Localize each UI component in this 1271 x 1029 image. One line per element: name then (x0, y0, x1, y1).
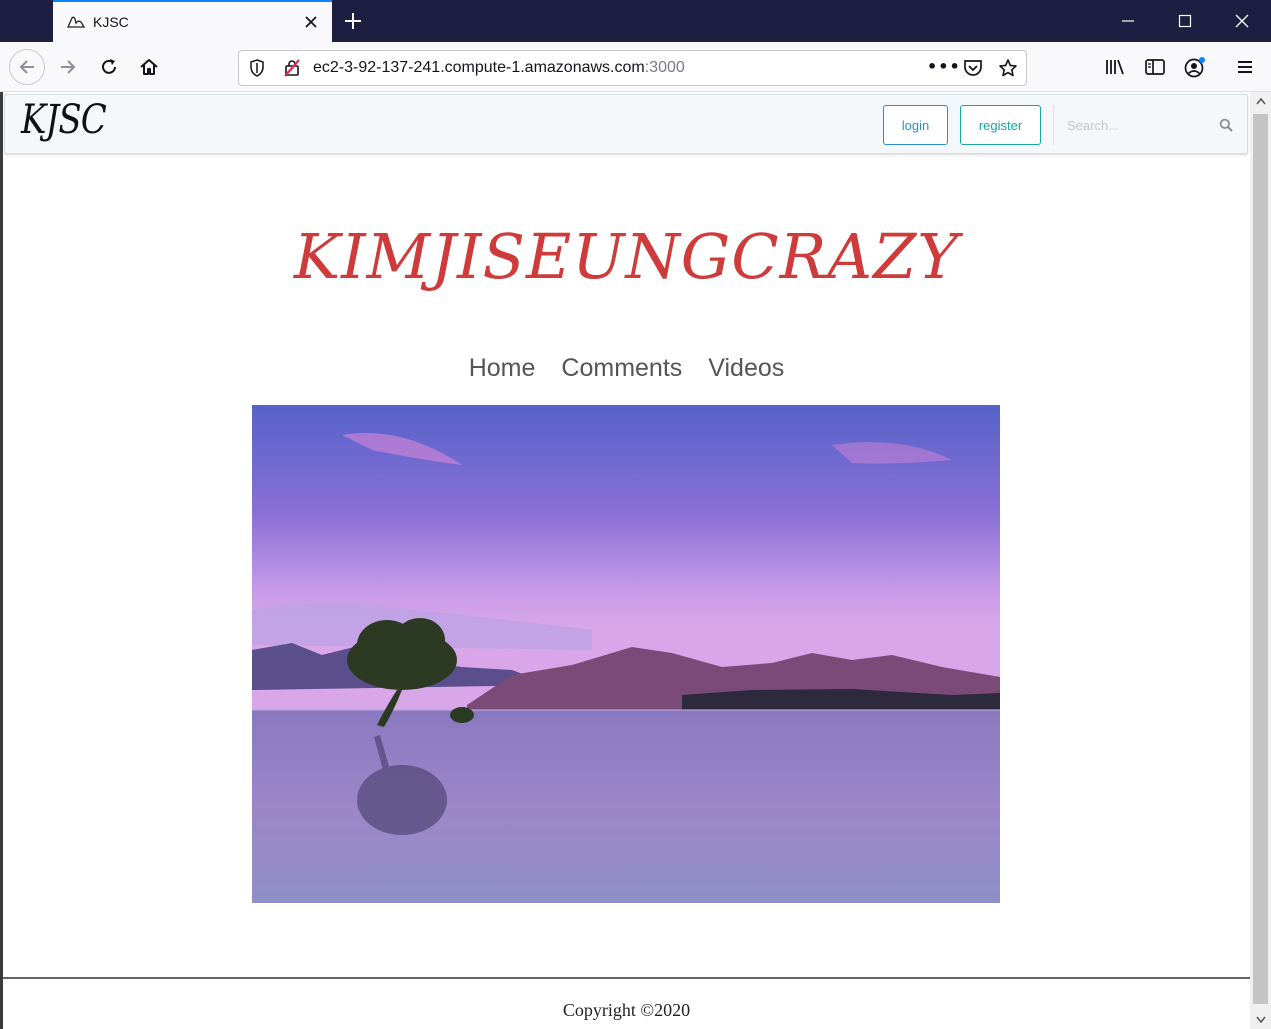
library-button[interactable] (1097, 49, 1133, 85)
sidebar-icon (1145, 59, 1165, 75)
reload-icon (102, 59, 116, 74)
login-button[interactable]: login (883, 105, 948, 145)
site-nav: Home Comments Videos (3, 354, 1250, 383)
pocket-icon[interactable] (963, 59, 983, 81)
forward-button[interactable] (50, 49, 86, 85)
browser-toolbar: ec2-3-92-137-241.compute-1.amazonaws.com… (0, 42, 1271, 92)
maximize-icon[interactable] (1156, 0, 1214, 42)
sidebar-button[interactable] (1137, 49, 1173, 85)
close-tab-icon[interactable] (296, 7, 326, 37)
account-button[interactable] (1177, 49, 1213, 85)
browser-tab[interactable]: KJSC (53, 0, 332, 42)
new-tab-icon[interactable] (338, 6, 368, 36)
copyright-text: Copyright ©2020 (562, 1000, 691, 1020)
scroll-down-icon[interactable] (1250, 1011, 1271, 1029)
register-button[interactable]: register (960, 105, 1041, 145)
site-brand-logo[interactable]: KJSC (21, 97, 107, 143)
browser-titlebar: KJSC (0, 0, 1271, 42)
url-host: ec2-3-92-137-241.compute-1.amazonaws.com (313, 59, 645, 76)
shield-icon[interactable] (249, 59, 265, 81)
bookmark-star-icon[interactable] (998, 58, 1018, 82)
library-icon (1106, 59, 1124, 75)
page-actions-icon[interactable]: ••• (927, 57, 961, 76)
hero-title: KIMJISEUNGCRAZY (293, 220, 960, 293)
web-content: KJSC login register KIMJISEUNGCRAZY Home… (3, 92, 1250, 1029)
scroll-up-icon[interactable] (1250, 92, 1271, 110)
url-port: :3000 (644, 59, 685, 76)
nav-videos-link[interactable]: Videos (708, 354, 784, 383)
search-icon[interactable] (1219, 117, 1235, 133)
site-favicon-icon (65, 13, 87, 31)
scrollbar-thumb[interactable] (1253, 114, 1268, 1004)
url-text: ec2-3-92-137-241.compute-1.amazonaws.com… (313, 59, 685, 77)
close-window-icon[interactable] (1213, 0, 1271, 42)
menu-button[interactable] (1227, 49, 1263, 85)
back-button[interactable] (9, 49, 45, 85)
nav-comments-link[interactable]: Comments (561, 354, 682, 383)
arrow-right-icon (61, 60, 76, 74)
hamburger-icon (1238, 61, 1252, 73)
search-input[interactable] (1057, 105, 1217, 145)
site-header: KJSC login register (4, 94, 1248, 154)
page-scrollbar[interactable] (1250, 92, 1271, 1029)
footer-divider (3, 977, 1250, 979)
minimize-icon[interactable] (1099, 0, 1157, 42)
account-icon (1184, 57, 1205, 78)
home-icon (140, 59, 158, 75)
home-button[interactable] (131, 49, 167, 85)
address-bar[interactable]: ec2-3-92-137-241.compute-1.amazonaws.com… (238, 50, 1027, 86)
reload-button[interactable] (91, 49, 127, 85)
arrow-left-icon (19, 60, 34, 74)
nav-home-link[interactable]: Home (469, 354, 536, 383)
insecure-lock-icon[interactable] (283, 59, 301, 81)
header-divider (1053, 105, 1054, 145)
hero-landscape-image (252, 405, 1000, 903)
tab-title: KJSC (93, 14, 129, 30)
